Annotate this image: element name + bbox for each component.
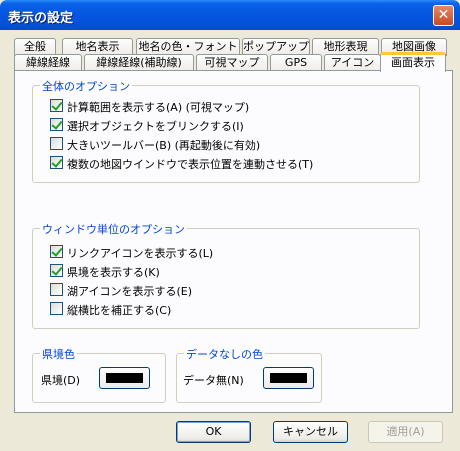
ok-button[interactable]: OK (176, 421, 251, 443)
option-label: 計算範囲を表示する(A) (可視マップ) (67, 101, 250, 114)
checkbox[interactable] (50, 283, 63, 296)
nodata-color-swatch (270, 373, 307, 383)
option-label: 選択オブジェクトをブリンクする(I) (67, 120, 244, 133)
dialog-body: 全般 地名表示 地名の色・フォント ポップアップ 地形表現 地図画像 緯線経線 … (3, 30, 457, 448)
tab-label: GPS (284, 56, 308, 69)
cancel-button[interactable]: キャンセル (273, 421, 348, 443)
checkbox[interactable] (50, 99, 63, 112)
tab-panel-screen-display: 全体のオプション 計算範囲を表示する(A) (可視マップ) 選択オブジェクトをブ… (14, 70, 453, 413)
option-label: 県境を表示する(K) (67, 266, 160, 279)
group-border-color-title: 県境色 (40, 346, 77, 362)
tab-label: 地名表示 (75, 40, 120, 53)
tab-label: ポップアップ (243, 40, 309, 53)
option-label: 複数の地図ウインドウで表示位置を連動させる(T) (67, 158, 314, 171)
tab-label: アイコン (330, 56, 375, 69)
checkbox[interactable] (50, 302, 63, 315)
group-window-title: ウィンドウ単位のオプション (40, 221, 187, 237)
tab-label: 画面表示 (391, 56, 435, 69)
option-label: リンクアイコンを表示する(L) (67, 247, 214, 260)
checkbox[interactable] (50, 264, 63, 277)
tab-label: 緯線経線 (26, 56, 70, 69)
option-label: 湖アイコンを表示する(E) (67, 285, 192, 298)
tab-label: 地形表現 (323, 40, 368, 53)
group-overall-options: 全体のオプション 計算範囲を表示する(A) (可視マップ) 選択オブジェクトをブ… (32, 78, 420, 183)
border-color-swatch (106, 373, 143, 383)
group-overall-title: 全体のオプション (40, 78, 132, 94)
tab-label: 全般 (24, 40, 46, 53)
option-label: 大きいツールバー(B) (再起動後に有効) (67, 139, 261, 152)
group-nodata-color-title: データなしの色 (184, 346, 265, 362)
checkbox[interactable] (50, 156, 63, 169)
tab-label: 地名の色・フォント (138, 40, 238, 53)
title-bar: 表示の設定 ✕ (0, 0, 460, 30)
group-nodata-color: データなしの色 データ無(N) (176, 346, 322, 403)
nodata-color-button[interactable] (263, 367, 314, 389)
close-button[interactable]: ✕ (433, 5, 454, 26)
checkbox[interactable] (50, 118, 63, 131)
checkbox[interactable] (50, 137, 63, 150)
border-color-button[interactable] (99, 367, 150, 389)
tab-label: 緯線経線(補助線) (96, 56, 182, 69)
border-color-label: 県境(D) (41, 374, 81, 387)
apply-button[interactable]: 適用(A) (368, 421, 443, 443)
option-label: 縦横比を補正する(C) (67, 304, 172, 317)
tab-label: 可視マップ (204, 56, 260, 69)
group-window-options: ウィンドウ単位のオプション リンクアイコンを表示する(L) 県境を表示する(K)… (32, 221, 420, 329)
nodata-color-label: データ無(N) (183, 374, 244, 387)
checkbox[interactable] (50, 245, 63, 258)
close-icon: ✕ (437, 7, 450, 23)
tab-screen-display[interactable]: 画面表示 (380, 52, 446, 72)
window-title: 表示の設定 (8, 11, 74, 26)
group-border-color: 県境色 県境(D) (32, 346, 166, 403)
